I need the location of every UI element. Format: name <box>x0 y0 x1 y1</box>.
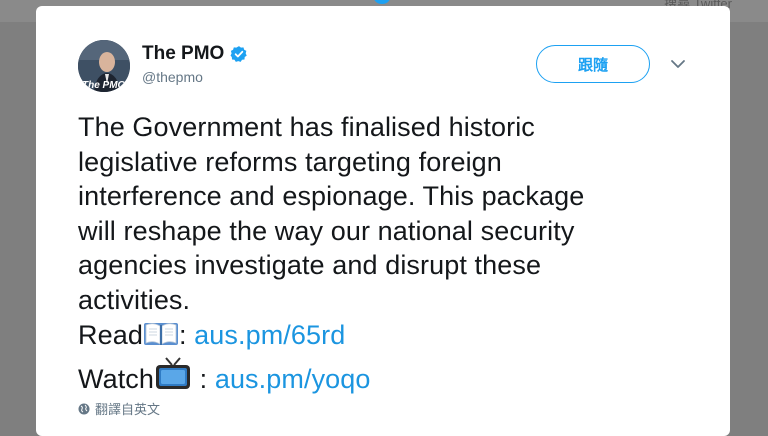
follow-button[interactable]: 跟隨 <box>536 45 650 83</box>
tweet-line: legislative reforms targeting foreign <box>78 146 502 177</box>
avatar[interactable]: The PMO <box>78 40 130 92</box>
watch-link[interactable]: aus.pm/yoqo <box>215 364 371 394</box>
watch-prefix: Watch <box>78 364 155 395</box>
tweet-line: activities. <box>78 284 191 315</box>
background-blue-icon <box>374 0 390 4</box>
chevron-down-icon[interactable] <box>670 58 686 70</box>
tweet-text: The Government has finalised historic le… <box>78 110 678 397</box>
globe-icon <box>78 403 90 414</box>
tweet-line: interference and espionage. This package <box>78 181 585 212</box>
watch-line: Watch : aus.pm/yoqo <box>78 356 678 397</box>
tweet-card: The PMO The PMO @thepmo 跟隨 The Governmen… <box>36 6 730 436</box>
translate-label[interactable]: 翻譯自英文 <box>95 399 160 418</box>
read-line: Read : aus.pm/65rd <box>78 318 678 353</box>
avatar-logo-text: The PMO <box>82 80 126 91</box>
tweet-line: will reshape the way our national securi… <box>78 215 575 246</box>
tv-emoji-icon <box>156 357 191 390</box>
read-link[interactable]: aus.pm/65rd <box>194 320 345 350</box>
translate-link[interactable]: 翻譯自英文 <box>78 399 160 418</box>
author-name-text[interactable]: The PMO <box>142 43 224 65</box>
tweet-line: The Government has finalised historic <box>78 112 535 142</box>
author-name[interactable]: The PMO <box>142 43 248 65</box>
author-handle[interactable]: @thepmo <box>142 69 203 85</box>
read-prefix: Read <box>78 319 143 350</box>
read-separator: : <box>178 319 195 350</box>
book-emoji-icon <box>143 322 178 345</box>
verified-badge-icon <box>230 46 248 62</box>
tweet-line: agencies investigate and disrupt these <box>78 250 542 281</box>
watch-separator: : <box>192 364 215 395</box>
